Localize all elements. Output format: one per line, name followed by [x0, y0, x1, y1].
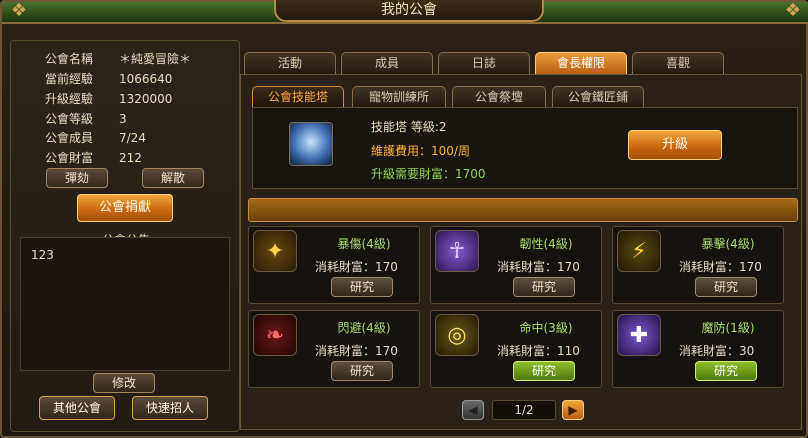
subtab-blacksmith[interactable]: 公會鐵匠鋪 [552, 86, 644, 108]
tab-leader-permissions[interactable]: 會長權限 [535, 52, 627, 74]
info-label: 公會財富 [45, 151, 94, 165]
skill-name: 命中(3級) [519, 321, 573, 335]
toughness-icon: ☥ [435, 230, 479, 272]
skill-name: 暴擊(4級) [701, 237, 755, 251]
info-value: 1320000 [119, 92, 173, 106]
skill-cost: 消耗財富：30 [679, 344, 755, 358]
info-row-level: 公會等級 3 [45, 110, 127, 127]
info-row-upgrade-exp: 升級經驗 1320000 [45, 90, 172, 107]
other-guilds-button[interactable]: 其他公會 [39, 396, 115, 420]
skill-card: ⚡ 暴擊(4級) 消耗財富：170 研究 [612, 226, 784, 304]
tower-upgrade-cost: 升級需要財富：1700 [371, 167, 486, 181]
right-ornament-icon: ❖ [784, 0, 802, 21]
info-value: ＊純愛冒險＊ [119, 52, 192, 66]
info-row-current-exp: 當前經驗 1066640 [45, 70, 172, 87]
dodge-icon: ❧ [253, 314, 297, 356]
info-label: 公會名稱 [45, 52, 94, 66]
research-button[interactable]: 研究 [331, 277, 393, 297]
skill-tower-icon [289, 122, 333, 166]
quick-recruit-button[interactable]: 快速招人 [132, 396, 208, 420]
critical-strike-icon: ⚡ [617, 230, 661, 272]
research-button[interactable]: 研究 [513, 361, 575, 381]
next-page-button[interactable]: ▶ [562, 400, 584, 420]
research-button[interactable]: 研究 [331, 361, 393, 381]
info-value: 7/24 [119, 131, 146, 145]
tower-upkeep: 維護費用：100/周 [371, 144, 470, 158]
skill-cost: 消耗財富：170 [315, 260, 398, 274]
tab-fifth[interactable]: 喜觀 [632, 52, 724, 74]
skill-name: 韌性(4級) [519, 237, 573, 251]
skill-cost: 消耗財富：170 [497, 260, 580, 274]
info-label: 公會等級 [45, 112, 94, 126]
tab-log[interactable]: 日誌 [438, 52, 530, 74]
skill-card: ❧ 閃避(4級) 消耗財富：170 研究 [248, 310, 420, 388]
window-title: 我的公會 [274, 0, 544, 22]
subtab-pet-training[interactable]: 寵物訓練所 [352, 86, 446, 108]
impeach-button[interactable]: 彈劾 [46, 168, 108, 188]
page-indicator: 1/2 [492, 400, 556, 420]
tower-level: 技能塔 等級:2 [371, 120, 447, 134]
info-value: 3 [119, 112, 127, 126]
research-button[interactable]: 研究 [695, 277, 757, 297]
pager: ◀ 1/2 ▶ [462, 398, 586, 422]
guild-info-panel: 公會名稱 ＊純愛冒險＊ 當前經驗 1066640 升級經驗 1320000 公會等級 3… [10, 40, 240, 432]
disband-button[interactable]: 解散 [142, 168, 204, 188]
title-bar: ❖ 我的公會 ❖ [2, 0, 808, 24]
skill-card: ☥ 韌性(4級) 消耗財富：170 研究 [430, 226, 602, 304]
tab-activity[interactable]: 活動 [244, 52, 336, 74]
skill-tower-panel: 技能塔 等級:2 維護費用：100/周 升級需要財富：1700 升級 [252, 107, 798, 189]
tab-members[interactable]: 成員 [341, 52, 433, 74]
info-row-wealth: 公會財富 212 [45, 149, 142, 166]
skill-cost: 消耗財富：170 [679, 260, 762, 274]
magic-defense-icon: ✚ [617, 314, 661, 356]
accuracy-icon: ◎ [435, 314, 479, 356]
info-value: 1066640 [119, 72, 173, 86]
upgrade-button[interactable]: 升級 [628, 130, 722, 160]
skill-name: 魔防(1級) [701, 321, 755, 335]
research-button[interactable]: 研究 [513, 277, 575, 297]
info-row-members: 公會成員 7/24 [45, 129, 146, 146]
skill-name: 閃避(4級) [337, 321, 391, 335]
subtab-altar[interactable]: 公會祭壇 [452, 86, 546, 108]
left-ornament-icon: ❖ [10, 0, 28, 21]
donate-button[interactable]: 公會捐獻 [77, 194, 173, 222]
notice-text: 123 [20, 237, 230, 371]
critical-damage-icon: ✦ [253, 230, 297, 272]
section-divider-bar [248, 198, 798, 222]
info-label: 當前經驗 [45, 72, 94, 86]
main-tabs: 活動 成員 日誌 會長權限 喜觀 [244, 52, 804, 74]
skill-name: 暴傷(4級) [337, 237, 391, 251]
skill-card: ◎ 命中(3級) 消耗財富：110 研究 [430, 310, 602, 388]
info-row-name: 公會名稱 ＊純愛冒險＊ [45, 50, 191, 67]
prev-page-button[interactable]: ◀ [462, 400, 484, 420]
skill-card: ✦ 暴傷(4級) 消耗財富：170 研究 [248, 226, 420, 304]
info-label: 公會成員 [45, 131, 94, 145]
info-label: 升級經驗 [45, 92, 94, 106]
info-value: 212 [119, 151, 142, 165]
subtab-skill-tower[interactable]: 公會技能塔 [252, 86, 344, 108]
edit-notice-button[interactable]: 修改 [93, 373, 155, 393]
skill-card: ✚ 魔防(1級) 消耗財富：30 研究 [612, 310, 784, 388]
skill-cost: 消耗財富：170 [315, 344, 398, 358]
research-button[interactable]: 研究 [695, 361, 757, 381]
skill-cost: 消耗財富：110 [497, 344, 580, 358]
